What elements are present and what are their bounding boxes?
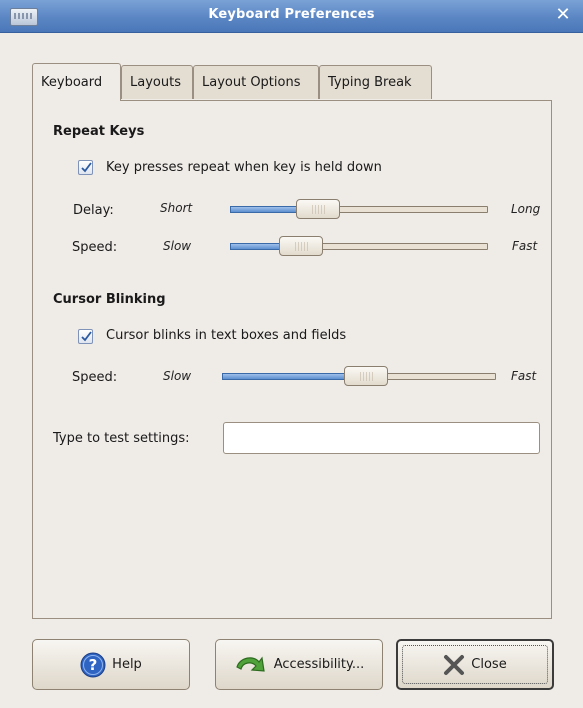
repeat-speed-slider-handle[interactable] bbox=[279, 236, 323, 256]
tab-typing-break[interactable]: Typing Break bbox=[319, 65, 432, 99]
help-button-label: Help bbox=[112, 657, 142, 672]
repeat-speed-max-label: Fast bbox=[512, 239, 538, 253]
tab-layouts[interactable]: Layouts bbox=[121, 65, 193, 99]
delay-max-label: Long bbox=[511, 202, 541, 216]
cursor-blink-checkbox[interactable] bbox=[78, 329, 93, 344]
svg-text:?: ? bbox=[89, 656, 98, 674]
delay-min-label: Short bbox=[160, 201, 193, 215]
cursor-blink-checkbox-label: Cursor blinks in text boxes and fields bbox=[106, 328, 347, 343]
window-title: Keyboard Preferences bbox=[208, 7, 375, 22]
accessibility-button-label: Accessibility... bbox=[273, 657, 365, 672]
close-button[interactable]: Close bbox=[396, 639, 554, 690]
delay-slider-handle[interactable] bbox=[296, 199, 340, 219]
close-x-icon bbox=[444, 654, 465, 675]
cursor-speed-label: Speed: bbox=[72, 370, 118, 385]
title-bar[interactable]: Keyboard Preferences ✕ bbox=[0, 0, 583, 33]
repeat-keys-checkbox-label: Key presses repeat when key is held down bbox=[106, 160, 382, 175]
cursor-speed-min-label: Slow bbox=[163, 369, 192, 383]
repeat-speed-slider[interactable] bbox=[230, 236, 488, 256]
close-button-label: Close bbox=[471, 657, 507, 672]
window-close-icon[interactable]: ✕ bbox=[553, 5, 573, 25]
delay-slider[interactable] bbox=[230, 199, 488, 219]
tab-layout-options[interactable]: Layout Options bbox=[193, 65, 319, 99]
help-icon: ? bbox=[80, 652, 106, 677]
tab-keyboard[interactable]: Keyboard bbox=[32, 63, 121, 101]
repeat-keys-checkbox[interactable] bbox=[78, 160, 93, 175]
repeat-speed-label: Speed: bbox=[72, 240, 118, 255]
keyboard-tab-panel bbox=[32, 100, 552, 619]
accessibility-arrow-icon bbox=[235, 655, 265, 672]
test-settings-label: Type to test settings: bbox=[53, 431, 190, 446]
cursor-speed-max-label: Fast bbox=[511, 369, 537, 383]
cursor-blinking-heading: Cursor Blinking bbox=[53, 292, 166, 307]
repeat-speed-min-label: Slow bbox=[163, 239, 192, 253]
cursor-speed-slider-handle[interactable] bbox=[344, 366, 388, 386]
test-settings-input[interactable] bbox=[223, 422, 540, 454]
help-button[interactable]: ? Help bbox=[32, 639, 190, 690]
delay-label: Delay: bbox=[73, 203, 114, 218]
repeat-keys-heading: Repeat Keys bbox=[53, 124, 145, 139]
cursor-speed-slider[interactable] bbox=[222, 366, 496, 386]
accessibility-button[interactable]: Accessibility... bbox=[215, 639, 383, 690]
